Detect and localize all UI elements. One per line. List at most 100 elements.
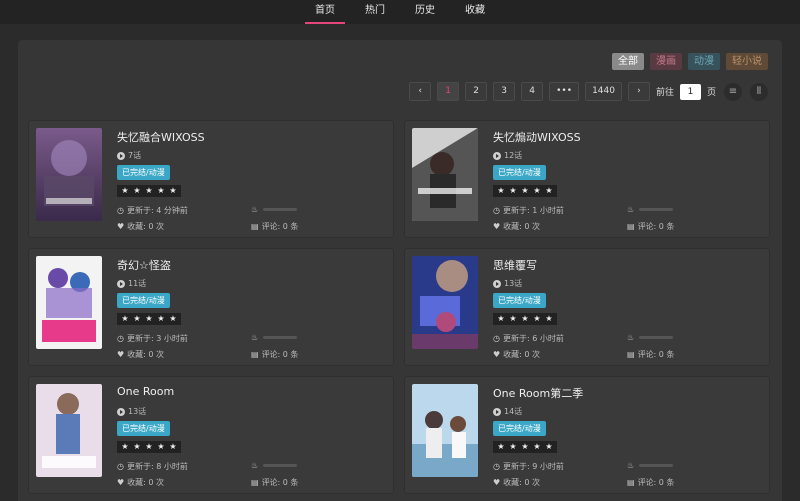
anime-card[interactable]: 奇幻☆怪盗 11话 已完结/动漫 ★ ★ ★ ★ ★ ◷ 更新于: 3 小时前 ♨ ♥ 收藏… <box>28 248 394 366</box>
comment-text: 评论: 0 条 <box>261 478 299 487</box>
comment-text: 评论: 0 条 <box>637 478 675 487</box>
filter-anime-button[interactable]: 动漫 <box>688 53 720 70</box>
updated-text: 更新于: 4 分钟前 <box>126 206 188 215</box>
card-title[interactable]: 失忆融合WIXOSS <box>117 129 205 145</box>
tab-favorites[interactable]: 收藏 <box>455 0 495 24</box>
card-title[interactable]: 思维覆写 <box>493 257 537 273</box>
page-1-button[interactable]: 1 <box>437 82 460 101</box>
card-title[interactable]: One Room第二季 <box>493 385 583 401</box>
favorite-count[interactable]: ♥ 收藏: 0 次 <box>117 349 164 360</box>
filter-novel-button[interactable]: 轻小说 <box>726 53 768 70</box>
play-icon <box>117 407 125 416</box>
favorite-text: 收藏: 0 次 <box>127 478 165 487</box>
filter-manga-button[interactable]: 漫画 <box>650 53 682 70</box>
flame-icon: ♨ <box>627 461 635 470</box>
status-badge[interactable]: 已完结/动漫 <box>117 165 170 180</box>
list-view-icon[interactable]: ≡ <box>724 82 742 101</box>
tab-home[interactable]: 首页 <box>305 0 345 24</box>
rating-stars: ★ ★ ★ ★ ★ <box>117 313 181 325</box>
status-badge[interactable]: 已完结/动漫 <box>493 421 546 436</box>
grid-view-icon[interactable]: ⦀ <box>750 82 768 101</box>
heart-icon: ♥ <box>117 350 125 359</box>
comment-count[interactable]: ▤ 评论: 0 条 <box>251 349 298 360</box>
page-4-button[interactable]: 4 <box>521 82 544 101</box>
star-icon: ★ <box>157 314 165 323</box>
page-3-button[interactable]: 3 <box>493 82 516 101</box>
star-icon: ★ <box>133 314 141 323</box>
pagination: ‹ 1 2 3 4 ••• 1440 › 前往 1 页 ≡ ⦀ <box>409 82 768 101</box>
cover-image[interactable] <box>412 128 478 221</box>
card-title[interactable]: One Room <box>117 385 174 398</box>
rating-stars: ★ ★ ★ ★ ★ <box>117 441 181 453</box>
last-page-button[interactable]: 1440 <box>585 82 622 101</box>
episode-count-text: 12话 <box>504 151 523 160</box>
episode-count-text: 13话 <box>128 407 147 416</box>
anime-card[interactable]: 失忆煽动WIXOSS 12话 已完结/动漫 ★ ★ ★ ★ ★ ◷ 更新于: 1 小时前 … <box>404 120 770 238</box>
anime-card[interactable]: 失忆融合WIXOSS 7话 已完结/动漫 ★ ★ ★ ★ ★ ◷ 更新于: 4 分钟前 ♨… <box>28 120 394 238</box>
favorite-count[interactable]: ♥ 收藏: 0 次 <box>493 477 540 488</box>
anime-card[interactable]: One Room第二季 14话 已完结/动漫 ★ ★ ★ ★ ★ ◷ 更新于: 9 小时前… <box>404 376 770 494</box>
star-icon: ★ <box>121 314 129 323</box>
updated-text: 更新于: 3 小时前 <box>126 334 188 343</box>
cover-image[interactable] <box>412 256 478 349</box>
status-badge[interactable]: 已完结/动漫 <box>117 421 170 436</box>
cover-image[interactable] <box>36 128 102 221</box>
episode-count-text: 11话 <box>128 279 147 288</box>
comment-icon: ▤ <box>251 350 259 359</box>
favorite-count[interactable]: ♥ 收藏: 0 次 <box>493 349 540 360</box>
flame-icon: ♨ <box>251 461 259 470</box>
comment-count[interactable]: ▤ 评论: 0 条 <box>627 477 674 488</box>
favorite-text: 收藏: 0 次 <box>503 222 541 231</box>
goto-suffix: 页 <box>706 88 716 98</box>
star-icon: ★ <box>169 186 177 195</box>
star-icon: ★ <box>497 186 505 195</box>
filter-all-button[interactable]: 全部 <box>612 53 644 70</box>
episode-count: 13话 <box>493 278 522 289</box>
status-badge[interactable]: 已完结/动漫 <box>493 293 546 308</box>
card-title[interactable]: 失忆煽动WIXOSS <box>493 129 581 145</box>
comment-count[interactable]: ▤ 评论: 0 条 <box>627 349 674 360</box>
favorite-count[interactable]: ♥ 收藏: 0 次 <box>117 221 164 232</box>
heat-meter: ♨ <box>251 333 298 342</box>
updated-time: ◷ 更新于: 8 小时前 <box>117 461 188 472</box>
next-page-button[interactable]: › <box>627 82 650 101</box>
updated-time: ◷ 更新于: 3 小时前 <box>117 333 188 344</box>
cover-image[interactable] <box>412 384 478 477</box>
favorite-count[interactable]: ♥ 收藏: 0 次 <box>493 221 540 232</box>
updated-time: ◷ 更新于: 9 小时前 <box>493 461 564 472</box>
status-badge[interactable]: 已完结/动漫 <box>493 165 546 180</box>
tab-hot[interactable]: 热门 <box>355 0 395 24</box>
comment-count[interactable]: ▤ 评论: 0 条 <box>627 221 674 232</box>
comment-count[interactable]: ▤ 评论: 0 条 <box>251 221 298 232</box>
updated-time: ◷ 更新于: 1 小时前 <box>493 205 564 216</box>
cover-image[interactable] <box>36 256 102 349</box>
tab-history[interactable]: 历史 <box>405 0 445 24</box>
star-icon: ★ <box>521 314 529 323</box>
heart-icon: ♥ <box>493 350 501 359</box>
goto-label: 前往 <box>655 88 674 98</box>
flame-icon: ♨ <box>251 333 259 342</box>
more-pages-button[interactable]: ••• <box>549 82 580 101</box>
anime-card[interactable]: One Room 13话 已完结/动漫 ★ ★ ★ ★ ★ ◷ 更新于: 8 小时前 ♨ … <box>28 376 394 494</box>
heat-meter: ♨ <box>627 333 674 342</box>
cover-image[interactable] <box>36 384 102 477</box>
updated-text: 更新于: 9 小时前 <box>502 462 564 471</box>
star-icon: ★ <box>169 442 177 451</box>
anime-card[interactable]: 思维覆写 13话 已完结/动漫 ★ ★ ★ ★ ★ ◷ 更新于: 6 小时前 ♨ ♥ 收藏:… <box>404 248 770 366</box>
flame-icon: ♨ <box>627 333 635 342</box>
category-filters: 全部 漫画 动漫 轻小说 <box>612 53 768 70</box>
rating-stars: ★ ★ ★ ★ ★ <box>493 441 557 453</box>
comment-count[interactable]: ▤ 评论: 0 条 <box>251 477 298 488</box>
top-nav: 首页 热门 历史 收藏 <box>0 0 800 24</box>
card-title[interactable]: 奇幻☆怪盗 <box>117 257 171 273</box>
comment-text: 评论: 0 条 <box>637 222 675 231</box>
status-badge[interactable]: 已完结/动漫 <box>117 293 170 308</box>
page-2-button[interactable]: 2 <box>465 82 488 101</box>
goto-page-input[interactable]: 1 <box>679 83 701 100</box>
star-icon: ★ <box>509 314 517 323</box>
episode-count-text: 13话 <box>504 279 523 288</box>
play-icon <box>493 407 501 416</box>
favorite-count[interactable]: ♥ 收藏: 0 次 <box>117 477 164 488</box>
clock-icon: ◷ <box>493 334 500 343</box>
prev-page-button[interactable]: ‹ <box>409 82 432 101</box>
